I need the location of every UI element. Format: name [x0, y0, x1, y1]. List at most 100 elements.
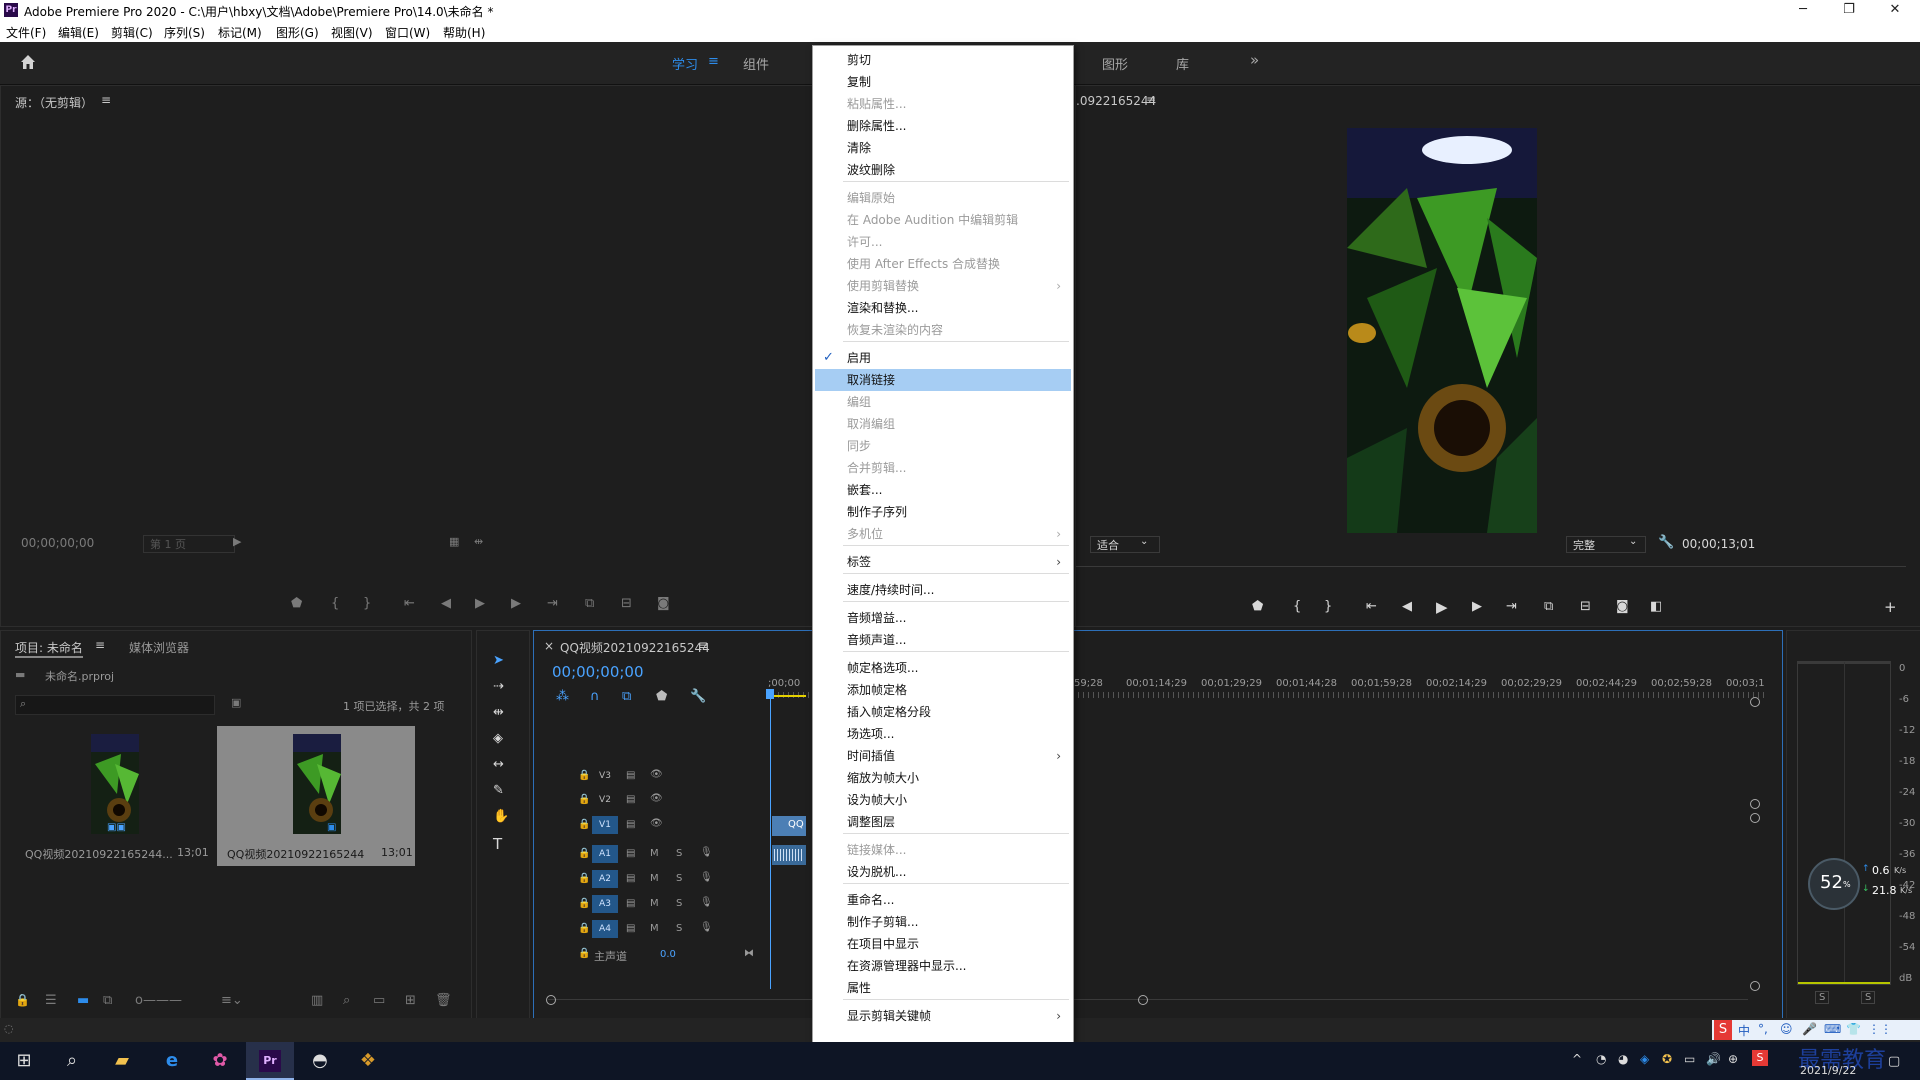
context-menu-item[interactable]: 在项目中显示: [815, 933, 1071, 955]
eye-icon[interactable]: 👁: [650, 769, 663, 780]
tab-project[interactable]: 项目: 未命名: [15, 639, 83, 658]
track-label[interactable]: V3: [592, 767, 618, 785]
sync-lock-icon[interactable]: ▤: [626, 770, 635, 781]
context-menu-item[interactable]: 显示剪辑关键帧 ›: [815, 1005, 1071, 1027]
program-panel-menu-icon[interactable]: ≡: [1146, 93, 1156, 107]
menu-file[interactable]: 文件(F): [6, 24, 46, 41]
solo-button[interactable]: S: [676, 898, 682, 909]
track-lock-icon[interactable]: 🔒: [578, 770, 590, 781]
track-scroll-handle[interactable]: [1750, 813, 1760, 823]
menu-clip[interactable]: 剪辑(C): [111, 24, 153, 41]
freeform-view-icon[interactable]: ⧉: [103, 993, 112, 1008]
tray-sogou-icon[interactable]: S: [1752, 1050, 1768, 1066]
menu-graphics[interactable]: 图形(G): [276, 24, 319, 41]
new-bin-icon[interactable]: ▭: [373, 993, 385, 1008]
zoom-slider[interactable]: o———: [135, 993, 182, 1008]
maximize-button[interactable]: ❐: [1826, 0, 1872, 21]
tray-security-icon[interactable]: ✪: [1662, 1052, 1672, 1066]
windows-start-icon[interactable]: ⊞: [0, 1042, 48, 1080]
context-menu-item[interactable]: 场选项...: [815, 723, 1071, 745]
extract-icon[interactable]: ⊟: [1580, 599, 1591, 614]
premiere-pro-taskbar-icon[interactable]: Pr: [246, 1042, 294, 1080]
ime-skin-icon[interactable]: 👕: [1846, 1022, 1861, 1036]
prog-go-to-in-icon[interactable]: ⇤: [1366, 599, 1377, 614]
solo-button[interactable]: S: [676, 873, 682, 884]
program-timecode[interactable]: 00;00;13;01: [1682, 537, 1755, 551]
context-menu-item[interactable]: 复制: [815, 71, 1071, 93]
track-label[interactable]: A1: [592, 845, 618, 863]
type-tool-icon[interactable]: T: [493, 835, 502, 853]
mute-button[interactable]: M: [650, 898, 659, 909]
sync-lock-icon[interactable]: ▤: [626, 873, 635, 884]
playhead[interactable]: [770, 689, 771, 989]
menu-edit[interactable]: 编辑(E): [58, 24, 99, 41]
ime-tools-icon[interactable]: ⋮⋮: [1868, 1022, 1892, 1036]
mute-button[interactable]: M: [650, 873, 659, 884]
context-menu-item[interactable]: 插入帧定格分段: [815, 701, 1071, 723]
context-menu-item[interactable]: 调整图层: [815, 811, 1071, 833]
selection-tool-icon[interactable]: ➤: [493, 653, 504, 668]
tab-media-browser[interactable]: 媒体浏览器: [129, 639, 189, 656]
context-menu-item[interactable]: 添加帧定格: [815, 679, 1071, 701]
track-lock-icon[interactable]: 🔒: [578, 923, 590, 934]
sync-lock-icon[interactable]: ▤: [626, 848, 635, 859]
workspace-learn[interactable]: 学习: [672, 54, 698, 73]
sync-lock-icon[interactable]: ▤: [626, 794, 635, 805]
context-menu-item[interactable]: 时间插值 ›: [815, 745, 1071, 767]
automate-icon[interactable]: ▥: [311, 993, 323, 1008]
ime-chinese[interactable]: 中: [1738, 1022, 1750, 1039]
compare-icon[interactable]: ◧: [1650, 599, 1662, 614]
context-menu-item[interactable]: 属性: [815, 977, 1071, 999]
eye-icon[interactable]: 👁: [650, 818, 663, 829]
context-menu-item[interactable]: 制作子剪辑...: [815, 911, 1071, 933]
track-scroll-handle[interactable]: [1750, 697, 1760, 707]
new-item-icon[interactable]: ⊞: [405, 993, 416, 1008]
context-menu-item[interactable]: 音频声道...: [815, 629, 1071, 651]
horizontal-scrollbar[interactable]: [548, 999, 1748, 1000]
mic-icon[interactable]: 🎙: [700, 847, 713, 858]
icon-view-icon[interactable]: ▬: [77, 993, 89, 1008]
color-app-icon[interactable]: ✿: [196, 1042, 244, 1080]
menu-view[interactable]: 视图(V): [331, 24, 373, 41]
tray-ime-icon[interactable]: ⊕: [1728, 1052, 1738, 1066]
trash-icon[interactable]: 🗑: [435, 993, 452, 1008]
timeline-close-icon[interactable]: ×: [544, 639, 554, 653]
ime-punct[interactable]: °,: [1758, 1022, 1768, 1036]
taskbar-date[interactable]: 2021/9/22: [1800, 1064, 1856, 1077]
new-bin-from-search-icon[interactable]: ▣: [231, 696, 241, 709]
track-label[interactable]: A3: [592, 895, 618, 913]
eye-icon[interactable]: 👁: [650, 793, 663, 804]
menu-window[interactable]: 窗口(W): [385, 24, 430, 41]
workspace-graphics[interactable]: 图形: [1102, 54, 1128, 73]
go-to-in-icon[interactable]: ⇤: [404, 596, 415, 611]
sync-lock-icon[interactable]: ▤: [626, 819, 635, 830]
workspace-library[interactable]: 库: [1176, 54, 1189, 73]
context-menu-item[interactable]: 启用 ✓: [815, 347, 1071, 369]
notification-center-icon[interactable]: ▢: [1888, 1054, 1900, 1069]
context-menu-item[interactable]: 设为帧大小: [815, 789, 1071, 811]
source-timecode[interactable]: 00;00;00;00: [21, 536, 94, 550]
mic-icon[interactable]: 🎙: [700, 897, 713, 908]
playhead-handle[interactable]: [766, 689, 774, 699]
file-explorer-icon[interactable]: ▰: [98, 1042, 146, 1080]
photo-app-icon[interactable]: ◓: [296, 1042, 344, 1080]
step-forward-icon[interactable]: ▶: [511, 596, 521, 611]
add-button-icon[interactable]: +: [1884, 598, 1897, 616]
track-label[interactable]: V1: [592, 816, 618, 834]
track-select-tool-icon[interactable]: ⇢: [493, 679, 504, 694]
project-item[interactable]: ▣▣ QQ视频20210922165244... 13;01: [15, 726, 213, 866]
prog-mark-out-icon[interactable]: }: [1324, 599, 1332, 614]
fit-chevron-icon[interactable]: ⌄: [1140, 536, 1148, 547]
workspace-assembly[interactable]: 组件: [743, 54, 769, 73]
prog-play-icon[interactable]: ▶: [1436, 598, 1448, 616]
context-menu-item[interactable]: 缩放为帧大小: [815, 767, 1071, 789]
tray-chevron-icon[interactable]: ^: [1572, 1052, 1582, 1066]
mark-in-icon[interactable]: {: [331, 596, 339, 611]
context-menu-item[interactable]: 波纹删除: [815, 159, 1071, 181]
mark-out-icon[interactable]: }: [363, 596, 371, 611]
camera-icon[interactable]: ◙: [657, 596, 670, 611]
mic-icon[interactable]: 🎙: [700, 872, 713, 883]
ime-toolbar[interactable]: S 中 °, ☺ 🎤 ⌨ 👕 ⋮⋮: [1712, 1020, 1920, 1040]
settings-dots-icon[interactable]: ⇹: [474, 535, 483, 548]
context-menu-item[interactable]: 帧定格选项...: [815, 657, 1071, 679]
